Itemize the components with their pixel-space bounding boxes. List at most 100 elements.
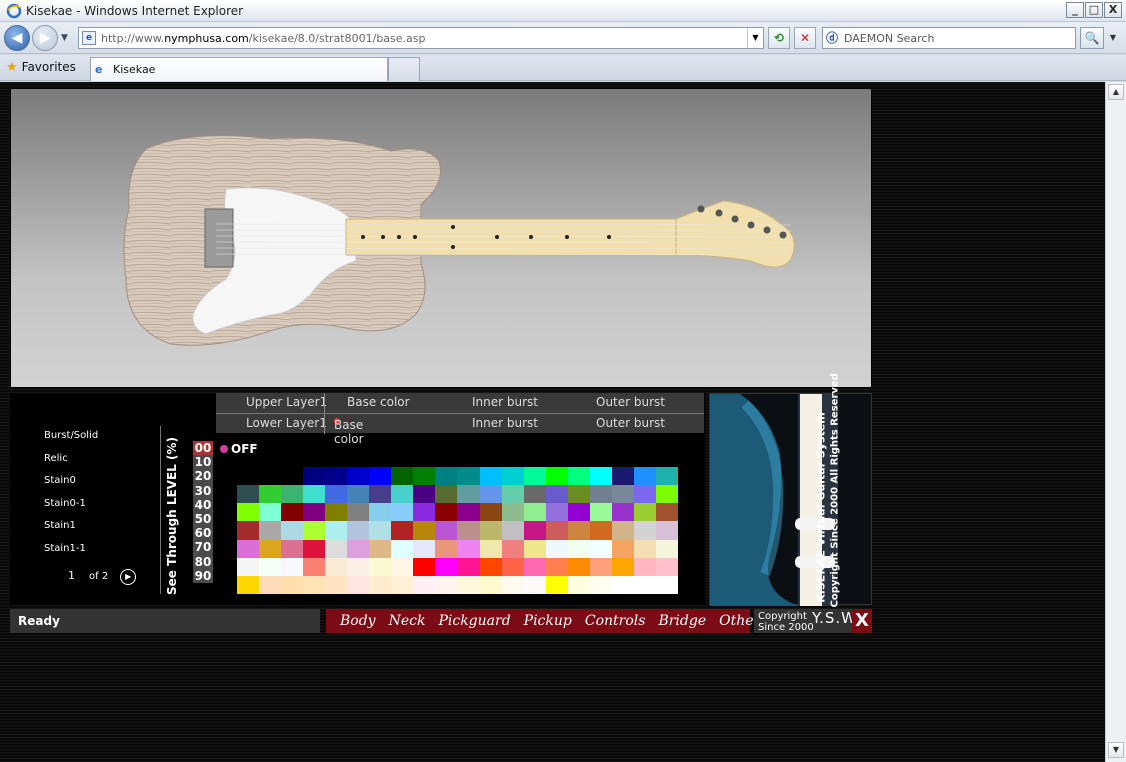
color-swatch[interactable] — [589, 485, 612, 504]
nav-controls[interactable]: Controls — [585, 613, 646, 629]
color-swatch[interactable] — [633, 539, 656, 558]
color-swatch[interactable] — [611, 521, 634, 540]
color-swatch[interactable] — [545, 485, 568, 504]
color-swatch[interactable] — [501, 521, 524, 540]
maximize-button[interactable]: □ — [1085, 2, 1103, 18]
color-swatch[interactable] — [479, 503, 502, 522]
color-swatch[interactable] — [237, 485, 260, 504]
color-swatch[interactable] — [479, 575, 502, 594]
color-swatch[interactable] — [281, 575, 304, 594]
color-swatch[interactable] — [501, 539, 524, 558]
color-swatch[interactable] — [523, 557, 546, 576]
menu-item-stain0-1[interactable]: Stain0-1 — [44, 498, 98, 521]
color-swatch[interactable] — [655, 575, 678, 594]
search-input[interactable]: DAEMON Search — [844, 32, 934, 45]
color-swatch[interactable] — [545, 503, 568, 522]
menu-item-stain1[interactable]: Stain1 — [44, 520, 98, 543]
scroll-down-icon[interactable]: ▼ — [1108, 742, 1124, 758]
color-swatch[interactable] — [589, 467, 612, 486]
level-50[interactable]: 50 — [193, 511, 213, 527]
color-swatch[interactable] — [369, 467, 392, 486]
level-20[interactable]: 20 — [193, 469, 213, 484]
lower-inner-burst[interactable]: Inner burst — [472, 416, 538, 430]
color-swatch[interactable] — [413, 539, 436, 558]
nav-body[interactable]: Body — [340, 613, 376, 629]
back-button[interactable]: ◀ — [4, 25, 30, 51]
menu-item-burst-solid[interactable]: Burst/Solid — [44, 430, 98, 453]
address-bar[interactable]: e http://www.nymphusa.com/kisekae/8.0/st… — [78, 27, 764, 49]
color-swatch[interactable] — [303, 521, 326, 540]
menu-item-stain1-1[interactable]: Stain1-1 — [44, 543, 98, 566]
color-swatch[interactable] — [281, 557, 304, 576]
color-swatch[interactable] — [435, 467, 458, 486]
nav-bridge[interactable]: Bridge — [658, 613, 706, 629]
color-swatch[interactable] — [413, 467, 436, 486]
color-swatch[interactable] — [369, 485, 392, 504]
color-swatch[interactable] — [391, 539, 414, 558]
minimize-button[interactable]: _ — [1066, 2, 1084, 18]
color-swatch[interactable] — [479, 485, 502, 504]
color-swatch[interactable] — [633, 503, 656, 522]
color-swatch[interactable] — [391, 503, 414, 522]
color-swatch[interactable] — [325, 557, 348, 576]
refresh-button[interactable]: ⟲ — [768, 27, 790, 49]
color-swatch[interactable] — [611, 575, 634, 594]
color-swatch[interactable] — [633, 485, 656, 504]
color-swatch[interactable] — [655, 485, 678, 504]
address-url[interactable]: http://www.nymphusa.com/kisekae/8.0/stra… — [101, 32, 426, 45]
stop-button[interactable]: ✕ — [794, 27, 816, 49]
level-10[interactable]: 10 — [193, 455, 213, 470]
color-swatch[interactable] — [391, 467, 414, 486]
color-swatch[interactable] — [413, 557, 436, 576]
color-swatch[interactable] — [523, 467, 546, 486]
color-swatch[interactable] — [567, 521, 590, 540]
color-swatch[interactable] — [523, 521, 546, 540]
color-swatch[interactable] — [413, 521, 436, 540]
vertical-scrollbar[interactable]: ▲ ▼ — [1105, 82, 1126, 762]
color-swatch[interactable] — [303, 503, 326, 522]
color-swatch[interactable] — [457, 539, 480, 558]
color-swatch[interactable] — [655, 503, 678, 522]
new-tab-button[interactable] — [388, 57, 420, 81]
search-dropdown-icon[interactable]: ▼ — [1106, 27, 1120, 49]
color-swatch[interactable] — [347, 485, 370, 504]
color-swatch[interactable] — [545, 539, 568, 558]
color-swatch[interactable] — [325, 521, 348, 540]
color-swatch[interactable] — [347, 503, 370, 522]
color-swatch[interactable] — [347, 557, 370, 576]
color-swatch[interactable] — [501, 467, 524, 486]
color-swatch[interactable] — [281, 485, 304, 504]
color-swatch[interactable] — [435, 557, 458, 576]
color-swatch[interactable] — [259, 557, 282, 576]
color-swatch[interactable] — [633, 575, 656, 594]
color-swatch[interactable] — [259, 521, 282, 540]
color-swatch[interactable] — [435, 503, 458, 522]
color-swatch[interactable] — [633, 521, 656, 540]
color-swatch[interactable] — [479, 539, 502, 558]
color-swatch[interactable] — [325, 539, 348, 558]
level-60[interactable]: 60 — [193, 526, 213, 541]
color-swatch[interactable] — [479, 521, 502, 540]
color-swatch[interactable] — [435, 485, 458, 504]
color-swatch[interactable] — [457, 521, 480, 540]
color-swatch[interactable] — [347, 467, 370, 486]
color-swatch[interactable] — [259, 539, 282, 558]
lower-outer-burst[interactable]: Outer burst — [596, 416, 665, 430]
off-option[interactable]: OFF — [220, 442, 258, 456]
color-swatch[interactable] — [501, 485, 524, 504]
color-swatch[interactable] — [589, 521, 612, 540]
color-swatch[interactable] — [545, 521, 568, 540]
color-swatch[interactable] — [413, 485, 436, 504]
menu-item-relic[interactable]: Relic — [44, 453, 98, 476]
color-swatch[interactable] — [523, 575, 546, 594]
color-swatch[interactable] — [237, 575, 260, 594]
color-swatch[interactable] — [655, 557, 678, 576]
next-page-icon[interactable]: ▶ — [120, 569, 137, 585]
level-00[interactable]: 00 — [193, 441, 213, 456]
history-dropdown-icon[interactable]: ▼ — [61, 33, 68, 43]
color-swatch[interactable] — [237, 467, 260, 486]
favorites-button[interactable]: ★ Favorites — [6, 60, 76, 75]
color-swatch[interactable] — [435, 539, 458, 558]
color-swatch[interactable] — [611, 539, 634, 558]
color-swatch[interactable] — [633, 557, 656, 576]
